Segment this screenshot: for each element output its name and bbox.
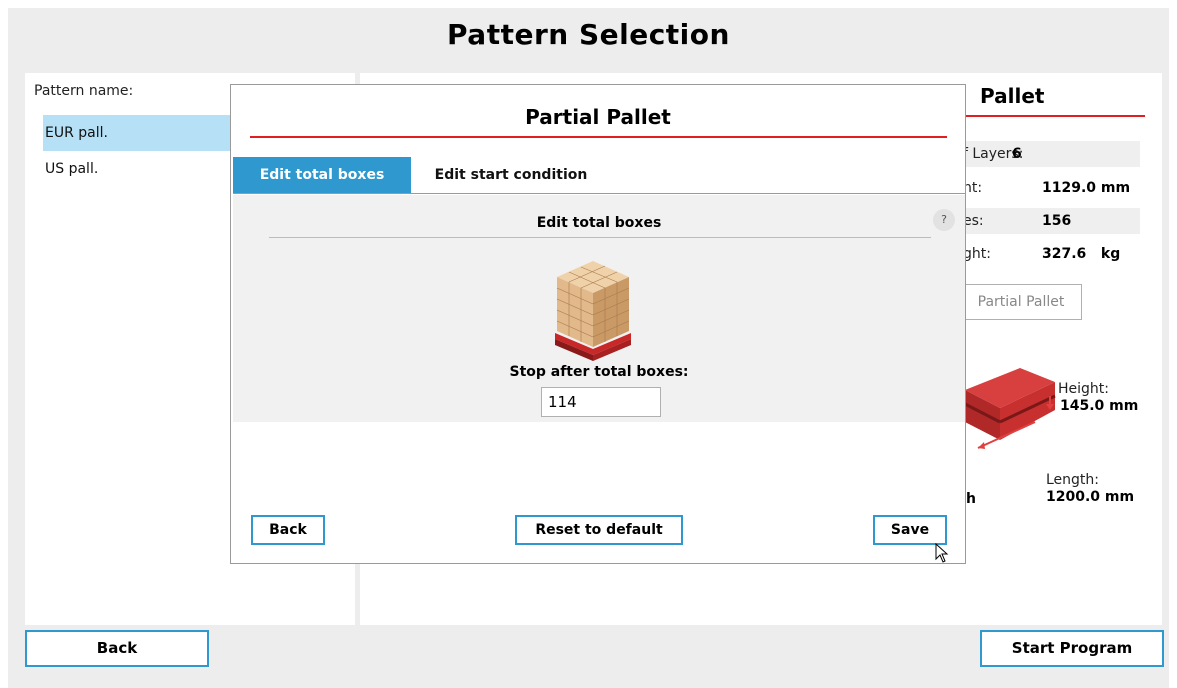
start-program-button[interactable]: Start Program (980, 630, 1164, 667)
info-row-layers: f Layers: 6 (960, 141, 1140, 167)
info-row-height: ht: 1129.0 mm (960, 175, 1140, 201)
page-title: Pattern Selection (447, 18, 730, 51)
back-button[interactable]: Back (25, 630, 209, 667)
mouse-cursor-icon (935, 543, 949, 563)
tab-edit-start-condition[interactable]: Edit start condition (411, 157, 611, 194)
info-row-weight: ght: 327.6 kg (960, 241, 1140, 267)
pallet-title: Pallet (980, 84, 1045, 108)
save-button[interactable]: Save (873, 515, 947, 545)
edit-total-boxes-panel: Edit total boxes ? Stop after total boxe… (233, 195, 965, 422)
dialog-back-button[interactable]: Back (251, 515, 325, 545)
stacked-boxes-icon (555, 261, 631, 361)
height-value: 145.0 mm (1060, 398, 1139, 414)
info-label: es: (963, 213, 984, 229)
tab-edit-total-boxes[interactable]: Edit total boxes (233, 157, 411, 194)
info-row-boxes: es: 156 (960, 208, 1140, 234)
dialog-title-underline (250, 136, 947, 138)
info-value: 327.6 kg (1042, 246, 1121, 262)
content-title: Edit total boxes (536, 215, 662, 231)
partial-pallet-button[interactable]: Partial Pallet (960, 284, 1082, 320)
partial-pallet-dialog: Partial Pallet Edit total boxes Edit sta… (230, 84, 966, 564)
info-value: 156 (1042, 213, 1072, 229)
info-label: ght: (963, 246, 991, 262)
pattern-name-label: Pattern name: (34, 83, 134, 99)
info-value: 6 (1012, 146, 1022, 162)
pallet-title-underline (960, 115, 1145, 117)
length-label: Length: (1046, 472, 1100, 488)
tab-divider (233, 193, 965, 194)
total-boxes-input[interactable] (541, 387, 661, 417)
length-value: 1200.0 mm (1046, 489, 1135, 505)
reset-to-default-button[interactable]: Reset to default (515, 515, 683, 545)
stop-after-label: Stop after total boxes: (509, 364, 689, 380)
help-icon[interactable]: ? (933, 209, 955, 231)
height-label: Height: (1058, 381, 1109, 397)
width-value-fragment: h (966, 491, 976, 507)
content-title-underline (269, 237, 931, 238)
pallet-icon (964, 368, 1056, 449)
info-value: 1129.0 mm (1042, 180, 1131, 196)
dialog-title: Partial Pallet (525, 105, 671, 129)
